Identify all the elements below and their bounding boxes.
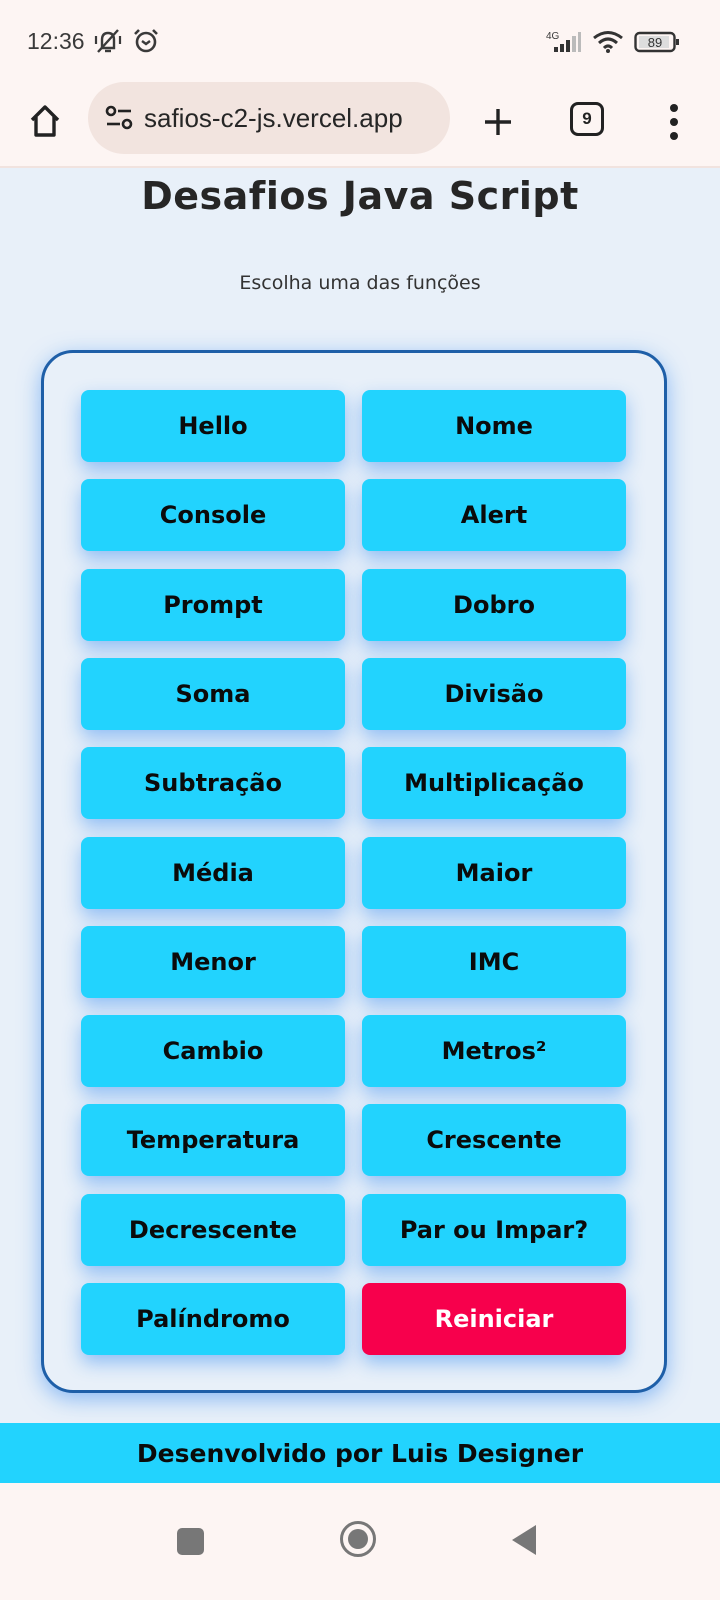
function-button-media[interactable]: Média bbox=[81, 837, 345, 909]
dot-icon bbox=[670, 132, 678, 140]
function-button-hello[interactable]: Hello bbox=[81, 390, 345, 462]
home-icon bbox=[30, 105, 60, 137]
battery-icon: 89 bbox=[634, 31, 680, 57]
dot-icon bbox=[670, 104, 678, 112]
footer-credit: Desenvolvido por Luis Designer bbox=[136, 1438, 584, 1468]
system-nav-bar bbox=[0, 1483, 720, 1600]
footer: Desenvolvido por Luis Designer bbox=[0, 1423, 720, 1483]
function-button-cambio[interactable]: Cambio bbox=[81, 1015, 345, 1087]
function-button-temperatura[interactable]: Temperatura bbox=[81, 1104, 345, 1176]
site-settings-icon bbox=[105, 105, 133, 130]
url-text[interactable]: safios-c2-js.vercel.app bbox=[144, 103, 403, 134]
address-bar[interactable]: safios-c2-js.vercel.app bbox=[88, 82, 450, 154]
vibrate-silent-icon bbox=[92, 28, 124, 58]
battery-level: 89 bbox=[648, 35, 662, 50]
function-button-alert[interactable]: Alert bbox=[362, 479, 626, 551]
tab-switcher-button[interactable]: 9 bbox=[570, 102, 604, 136]
function-button-nome[interactable]: Nome bbox=[362, 390, 626, 462]
function-button-divisao[interactable]: Divisão bbox=[362, 658, 626, 730]
home-button[interactable] bbox=[22, 98, 68, 144]
function-button-subtracao[interactable]: Subtração bbox=[81, 747, 345, 819]
function-button-prompt[interactable]: Prompt bbox=[81, 569, 345, 641]
back-button[interactable] bbox=[512, 1525, 536, 1555]
reset-button[interactable]: Reiniciar bbox=[362, 1283, 626, 1355]
function-button-par-ou-impar[interactable]: Par ou Impar? bbox=[362, 1194, 626, 1266]
function-button-crescente[interactable]: Crescente bbox=[362, 1104, 626, 1176]
wifi-icon bbox=[592, 30, 624, 58]
status-bar: 12:36 4G 89 bbox=[0, 0, 720, 76]
page-subtitle: Escolha uma das funções bbox=[239, 272, 481, 294]
dot-icon bbox=[670, 118, 678, 126]
home-nav-button[interactable] bbox=[340, 1521, 376, 1557]
function-button-soma[interactable]: Soma bbox=[81, 658, 345, 730]
function-button-menor[interactable]: Menor bbox=[81, 926, 345, 998]
function-button-maior[interactable]: Maior bbox=[362, 837, 626, 909]
page-title: Desafios Java Script bbox=[141, 174, 579, 218]
cellular-signal-icon: 4G bbox=[546, 30, 582, 58]
function-button-metros[interactable]: Metros² bbox=[362, 1015, 626, 1087]
alarm-icon bbox=[133, 28, 159, 58]
function-button-console[interactable]: Console bbox=[81, 479, 345, 551]
browser-toolbar: safios-c2-js.vercel.app 9 bbox=[0, 76, 720, 168]
home-circle-icon bbox=[348, 1529, 368, 1549]
new-tab-button[interactable] bbox=[474, 98, 522, 146]
function-button-palindromo[interactable]: Palíndromo bbox=[81, 1283, 345, 1355]
plus-icon bbox=[485, 109, 511, 135]
function-button-multiplicacao[interactable]: Multiplicação bbox=[362, 747, 626, 819]
function-button-imc[interactable]: IMC bbox=[362, 926, 626, 998]
more-options-button[interactable] bbox=[660, 98, 688, 146]
status-time: 12:36 bbox=[27, 28, 85, 54]
recent-apps-button[interactable] bbox=[177, 1528, 204, 1555]
function-button-decrescente[interactable]: Decrescente bbox=[81, 1194, 345, 1266]
network-type: 4G bbox=[546, 31, 560, 42]
function-button-dobro[interactable]: Dobro bbox=[362, 569, 626, 641]
